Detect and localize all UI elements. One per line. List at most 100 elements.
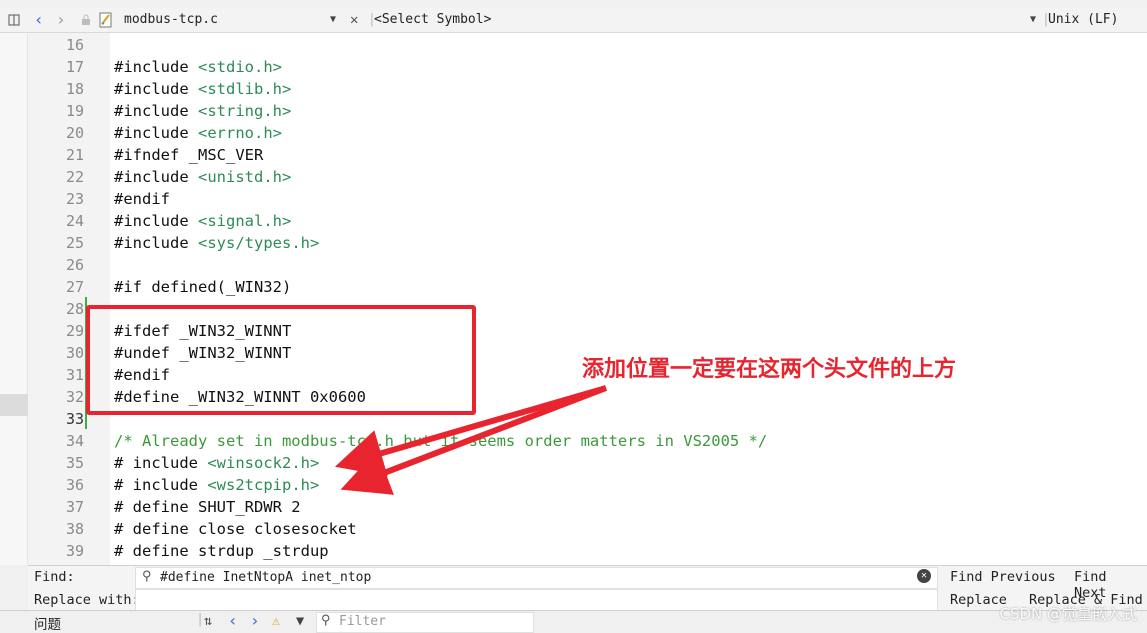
code-line[interactable]: #endif bbox=[114, 188, 170, 210]
line-number: 39 bbox=[65, 542, 84, 560]
code-line[interactable]: #include <stdlib.h> bbox=[114, 78, 291, 100]
code-text: # include bbox=[114, 454, 208, 472]
code-text: #include bbox=[114, 58, 198, 76]
code-line[interactable]: #include <stdio.h> bbox=[114, 56, 282, 78]
line-number: 22 bbox=[65, 168, 84, 186]
line-number: 24 bbox=[65, 212, 84, 230]
code-line[interactable]: #include <errno.h> bbox=[114, 122, 282, 144]
file-dropdown-icon[interactable]: ▼ bbox=[330, 8, 336, 32]
find-label: Find: bbox=[34, 569, 75, 585]
code-line[interactable]: # define strdup _strdup bbox=[114, 540, 329, 562]
code-text: #if defined(_WIN32) bbox=[114, 278, 292, 296]
code-editor[interactable]: 16 17 18 19 20 21 22 23 24 25 26 27 28 29 30 31 32 33 34 35… bbox=[28, 33, 1147, 565]
include-header: <stdio.h> bbox=[198, 58, 282, 76]
code-line[interactable]: # include <ws2tcpip.h> bbox=[114, 474, 319, 496]
line-number: 19 bbox=[65, 102, 84, 120]
code-text: #include bbox=[114, 80, 198, 98]
line-number: 28 bbox=[65, 300, 84, 318]
issues-bar: 问题 | ⇅ ‹ › ⚠ ▼ ⚲ Filter bbox=[0, 610, 1147, 633]
code-line[interactable]: #include <string.h> bbox=[114, 100, 291, 122]
line-number: 25 bbox=[65, 234, 84, 252]
include-header: <signal.h> bbox=[198, 212, 292, 230]
clear-search-icon[interactable]: ✕ bbox=[917, 569, 931, 583]
menubar bbox=[0, 0, 1147, 8]
include-header: <string.h> bbox=[198, 102, 292, 120]
previous-issue-icon[interactable]: ‹ bbox=[228, 611, 238, 630]
split-icon[interactable] bbox=[8, 8, 20, 32]
find-input[interactable]: ⚲ #define InetNtopA inet_ntop ✕ bbox=[135, 567, 938, 589]
annotation-text: 添加位置一定要在这两个头文件的上方 bbox=[582, 357, 957, 382]
code-line[interactable]: #include <unistd.h> bbox=[114, 166, 291, 188]
replace-input[interactable] bbox=[135, 589, 938, 611]
annotation-highlight-box bbox=[86, 305, 476, 415]
symbol-selector[interactable]: <Select Symbol> bbox=[374, 8, 491, 32]
line-number: 18 bbox=[65, 80, 84, 98]
side-panel-strip bbox=[0, 33, 28, 565]
sort-icon[interactable]: ⇅ bbox=[204, 613, 212, 629]
watermark: CSDN @觉皇嵌入式 bbox=[999, 605, 1137, 623]
code-line[interactable]: #if defined(_WIN32) bbox=[114, 276, 291, 298]
issues-divider: | bbox=[196, 611, 205, 627]
search-icon: ⚲ bbox=[142, 569, 152, 584]
line-number: 20 bbox=[65, 124, 84, 142]
code-line[interactable]: # define SHUT_RDWR 2 bbox=[114, 496, 301, 518]
line-ending-selector[interactable]: Unix (LF) bbox=[1048, 8, 1118, 32]
code-text: #endif bbox=[114, 190, 170, 208]
forward-arrow-icon[interactable]: › bbox=[56, 8, 66, 32]
filter-placeholder: Filter bbox=[339, 614, 386, 629]
line-number: 36 bbox=[65, 476, 84, 494]
warning-icon[interactable]: ⚠ bbox=[272, 613, 280, 629]
code-line[interactable]: #include <signal.h> bbox=[114, 210, 291, 232]
symbol-dropdown-icon[interactable]: ▼ bbox=[1030, 8, 1036, 32]
code-text: #include bbox=[114, 168, 198, 186]
line-number: 29 bbox=[65, 322, 84, 340]
line-number: 34 bbox=[65, 432, 84, 450]
filter-icon[interactable]: ▼ bbox=[296, 613, 304, 629]
line-number: 33 bbox=[65, 410, 84, 428]
lock-icon[interactable] bbox=[80, 8, 92, 32]
editor-toolbar: ‹ › modbus-tcp.c ▼ ✕ | <Select Symbol> ▼… bbox=[0, 8, 1147, 33]
code-text: # define SHUT_RDWR 2 bbox=[114, 498, 301, 516]
line-number-gutter: 16 17 18 19 20 21 22 23 24 25 26 27 28 29 30 31 32 33 34 35… bbox=[28, 33, 110, 565]
line-number: 32 bbox=[65, 388, 84, 406]
code-line[interactable]: # include <winsock2.h> bbox=[114, 452, 319, 474]
line-number: 31 bbox=[65, 366, 84, 384]
code-text: #include bbox=[114, 234, 198, 252]
find-replace-panel: Find: ⚲ #define InetNtopA inet_ntop ✕ Re… bbox=[28, 565, 1147, 611]
line-number: 37 bbox=[65, 498, 84, 516]
line-number: 38 bbox=[65, 520, 84, 538]
side-panel-selection bbox=[0, 394, 28, 416]
code-text: # define strdup _strdup bbox=[114, 542, 329, 560]
line-number: 26 bbox=[65, 256, 84, 274]
include-header: <unistd.h> bbox=[198, 168, 292, 186]
include-header: <errno.h> bbox=[198, 124, 282, 142]
replace-label: Replace with: bbox=[34, 592, 140, 608]
code-text: #include bbox=[114, 124, 198, 142]
code-comment: /* Already set in modbus-tcp.h but it se… bbox=[114, 432, 768, 450]
back-arrow-icon[interactable]: ‹ bbox=[34, 8, 44, 32]
line-number: 35 bbox=[65, 454, 84, 472]
filter-input[interactable]: ⚲ Filter bbox=[316, 612, 534, 633]
c-file-icon bbox=[98, 8, 114, 32]
code-line[interactable]: /* Already set in modbus-tcp.h but it se… bbox=[114, 430, 767, 452]
code-text: # include bbox=[114, 476, 208, 494]
close-file-icon[interactable]: ✕ bbox=[350, 8, 358, 32]
code-text: #include bbox=[114, 212, 198, 230]
include-header: <sys/types.h> bbox=[198, 234, 320, 252]
problems-tab[interactable]: 问题 bbox=[34, 613, 61, 633]
next-issue-icon[interactable]: › bbox=[250, 611, 260, 630]
file-name[interactable]: modbus-tcp.c bbox=[124, 8, 218, 32]
code-line[interactable]: #include <sys/types.h> bbox=[114, 232, 319, 254]
include-header: <winsock2.h> bbox=[207, 454, 320, 472]
code-text: #include bbox=[114, 102, 198, 120]
line-number: 17 bbox=[65, 58, 84, 76]
line-number: 27 bbox=[65, 278, 84, 296]
line-number: 30 bbox=[65, 344, 84, 362]
include-header: <ws2tcpip.h> bbox=[207, 476, 320, 494]
code-line[interactable]: #ifndef _MSC_VER bbox=[114, 144, 263, 166]
code-line[interactable]: # define close closesocket bbox=[114, 518, 357, 540]
include-header: <stdlib.h> bbox=[198, 80, 292, 98]
line-number: 16 bbox=[65, 36, 84, 54]
line-number: 23 bbox=[65, 190, 84, 208]
find-previous-button[interactable]: Find Previous bbox=[950, 569, 1056, 585]
